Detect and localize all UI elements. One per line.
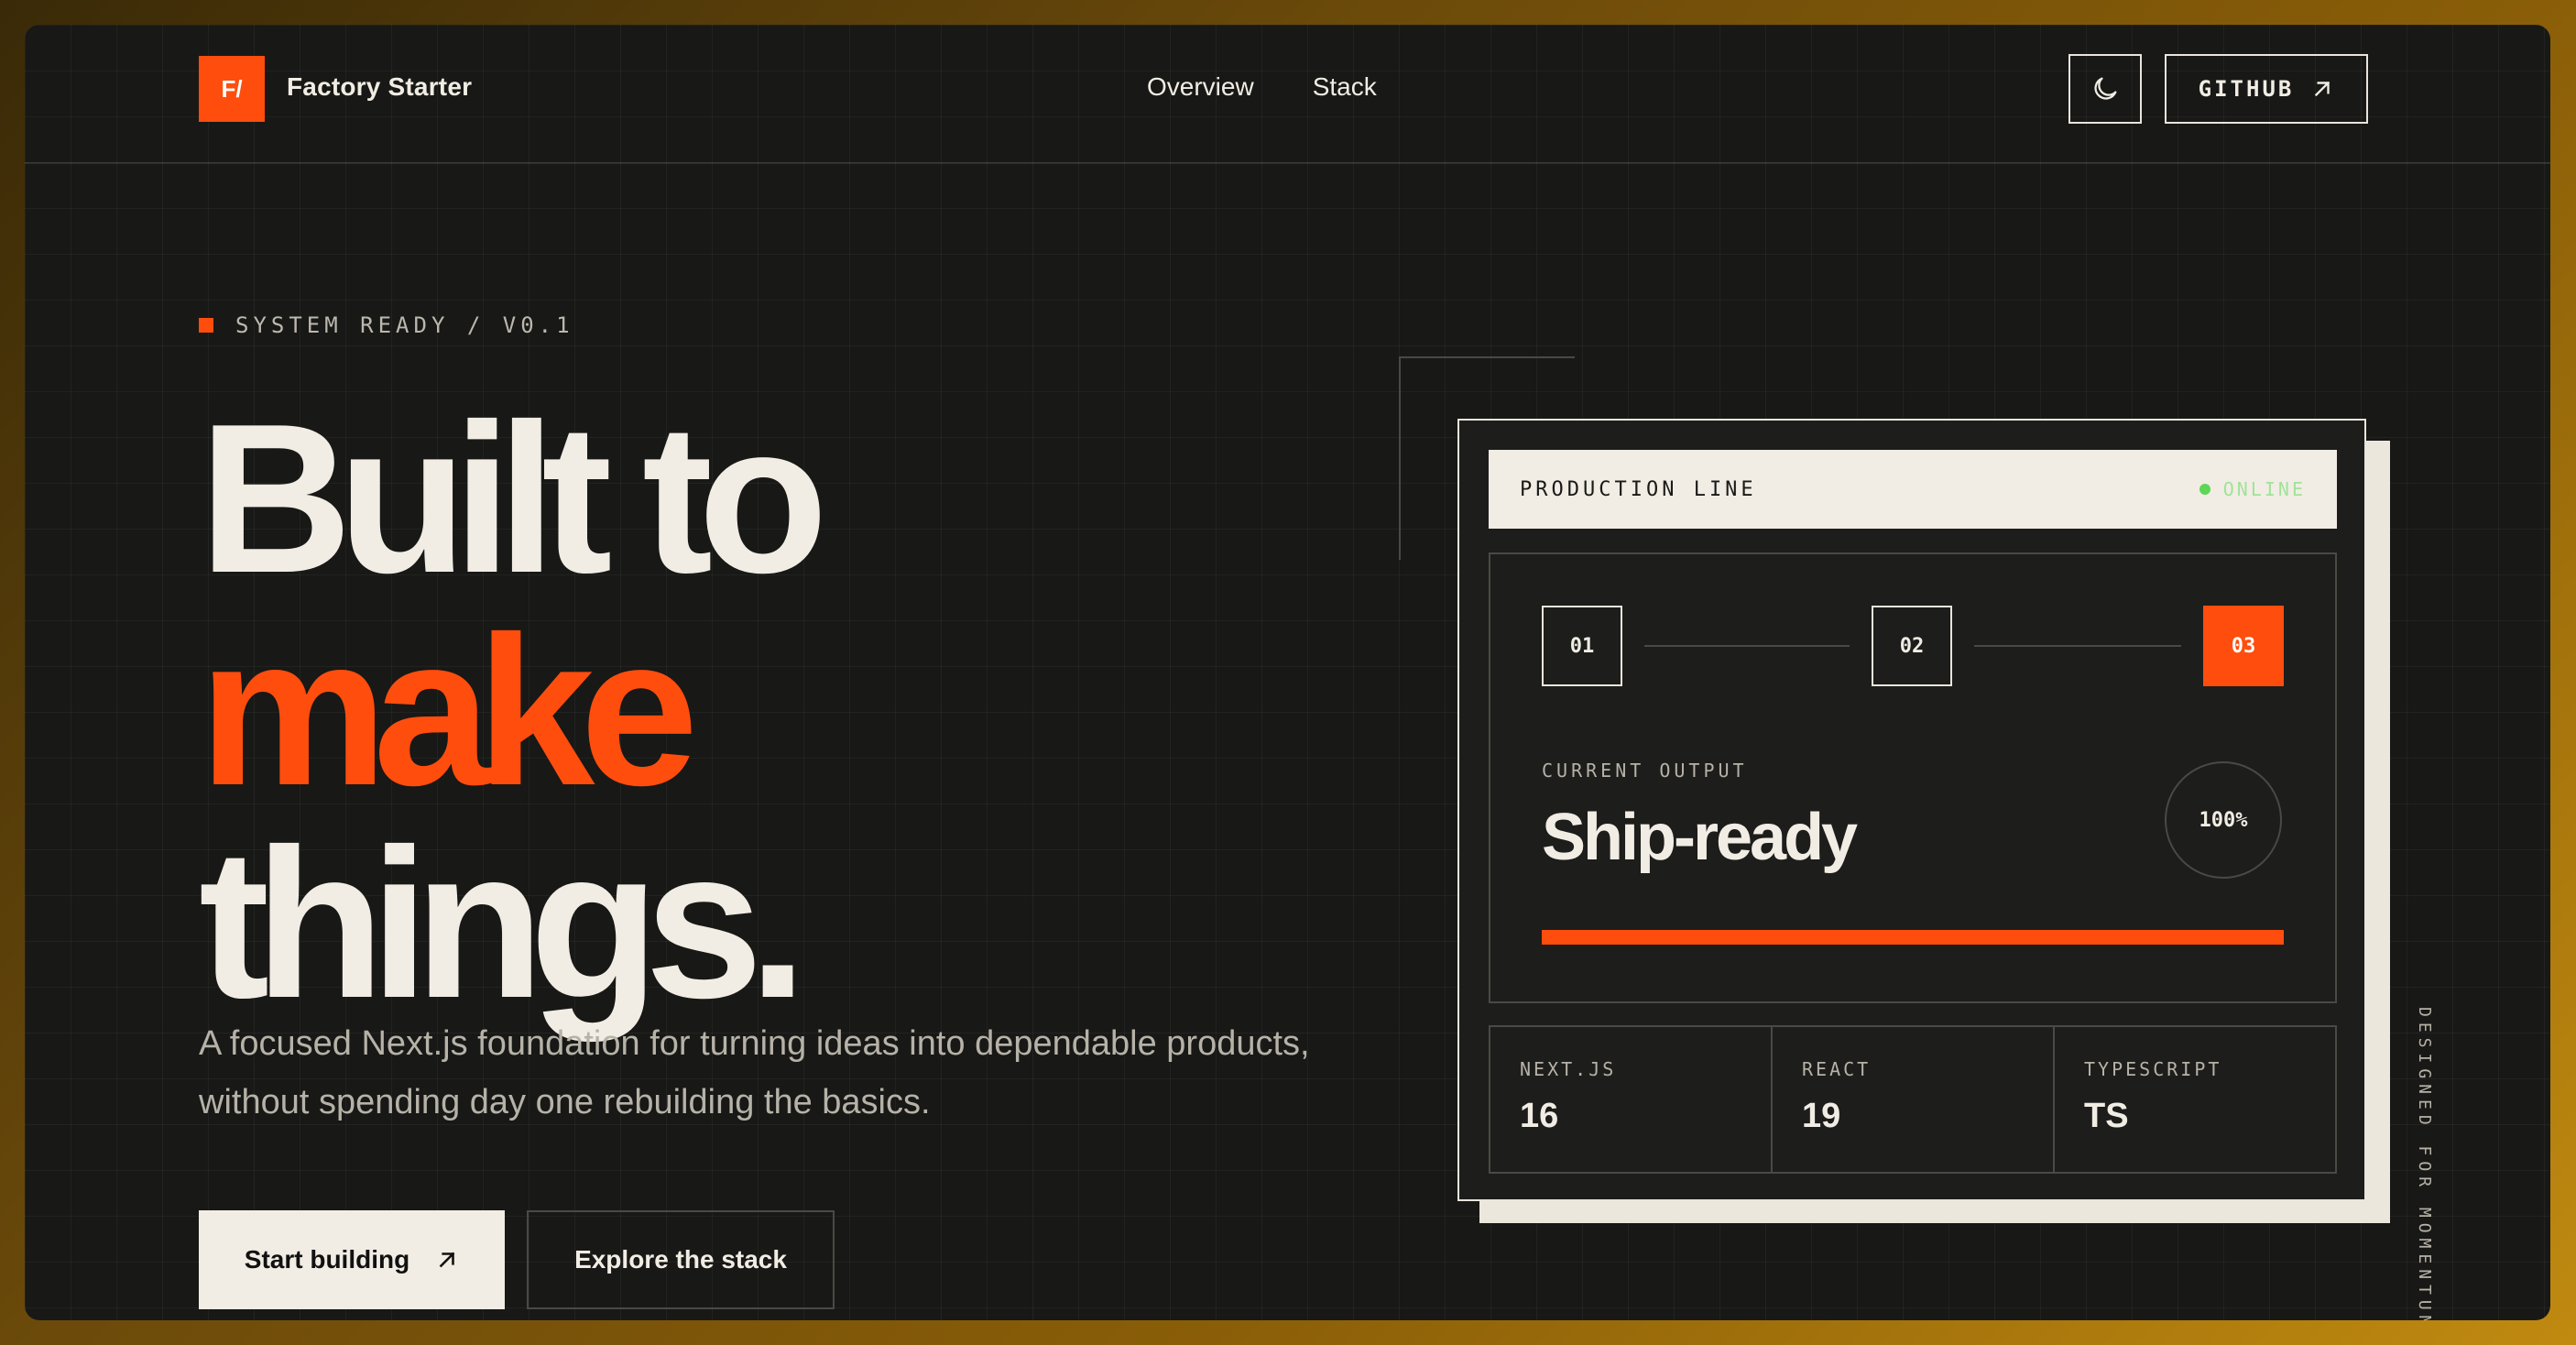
step-03: 03: [2203, 606, 2284, 686]
stat-value: 19: [1802, 1097, 1841, 1135]
eyebrow: SYSTEM READY / V0.1: [199, 312, 574, 338]
progress-bar: [1542, 930, 2284, 945]
logo[interactable]: F/: [199, 56, 265, 122]
hero-headline: Built to make things.: [199, 380, 828, 1043]
page-frame: F/ Factory Starter Overview Stack GITHUB…: [25, 25, 2550, 1320]
moon-icon: [2094, 77, 2117, 100]
header-divider: [25, 162, 2550, 164]
production-card: PRODUCTION LINE ONLINE 01 02 03 CURRENT …: [1457, 419, 2366, 1201]
github-button[interactable]: GITHUB: [2165, 54, 2368, 124]
progress-percent: 100%: [2199, 808, 2248, 832]
stat-nextjs: NEXT.JS 16: [1490, 1027, 1773, 1172]
stat-key: TYPESCRIPT: [2084, 1058, 2222, 1080]
stat-key: REACT: [1802, 1058, 1872, 1080]
progress-ring: 100%: [2165, 761, 2282, 879]
decorative-line: [1399, 356, 1575, 358]
nav-overview[interactable]: Overview: [1147, 72, 1254, 102]
github-label: GITHUB: [2198, 76, 2295, 102]
stat-value: 16: [1520, 1097, 1559, 1135]
start-building-label: Start building: [244, 1245, 410, 1274]
headline-line-3: things.: [199, 805, 807, 1043]
status-text: ONLINE: [2222, 478, 2306, 500]
stack-stats: NEXT.JS 16 REACT 19 TYPESCRIPT TS: [1489, 1025, 2337, 1174]
main-nav: Overview Stack: [1147, 72, 1377, 102]
side-caption: DESIGNED FOR MOMENTUM: [2415, 1007, 2434, 1320]
explore-stack-label: Explore the stack: [574, 1245, 787, 1274]
explore-stack-button[interactable]: Explore the stack: [527, 1210, 835, 1309]
card-title: PRODUCTION LINE: [1520, 477, 1757, 501]
stat-value: TS: [2084, 1097, 2129, 1135]
nav-stack[interactable]: Stack: [1313, 72, 1377, 102]
brand-name[interactable]: Factory Starter: [287, 72, 472, 102]
eyebrow-text: SYSTEM READY / V0.1: [235, 312, 574, 338]
decorative-line: [1399, 356, 1401, 560]
step-02: 02: [1872, 606, 1952, 686]
output-label: CURRENT OUTPUT: [1542, 760, 1748, 782]
theme-toggle-button[interactable]: [2068, 54, 2142, 124]
start-building-button[interactable]: Start building: [199, 1210, 505, 1309]
arrow-up-right-icon: [439, 1252, 455, 1268]
headline-line-2: make: [199, 593, 698, 830]
stat-react: REACT 19: [1773, 1027, 2055, 1172]
headline-line-1: Built to: [199, 380, 828, 618]
output-panel: 01 02 03 CURRENT OUTPUT Ship-ready 100%: [1489, 552, 2337, 1003]
eyebrow-square-icon: [199, 318, 213, 333]
step-connector: [1644, 645, 1850, 647]
card-header: PRODUCTION LINE ONLINE: [1489, 450, 2337, 529]
output-value: Ship-ready: [1542, 801, 1858, 874]
hero-lede: A focused Next.js foundation for turning…: [199, 1024, 1310, 1121]
status-dot-icon: [2199, 484, 2210, 495]
step-connector: [1974, 645, 2181, 647]
stat-key: NEXT.JS: [1520, 1058, 1617, 1080]
arrow-up-right-icon: [2315, 81, 2330, 97]
stat-typescript: TYPESCRIPT TS: [2055, 1027, 2335, 1172]
step-01: 01: [1542, 606, 1622, 686]
status-badge: ONLINE: [2199, 478, 2306, 500]
progress-fill: [1542, 930, 2284, 945]
